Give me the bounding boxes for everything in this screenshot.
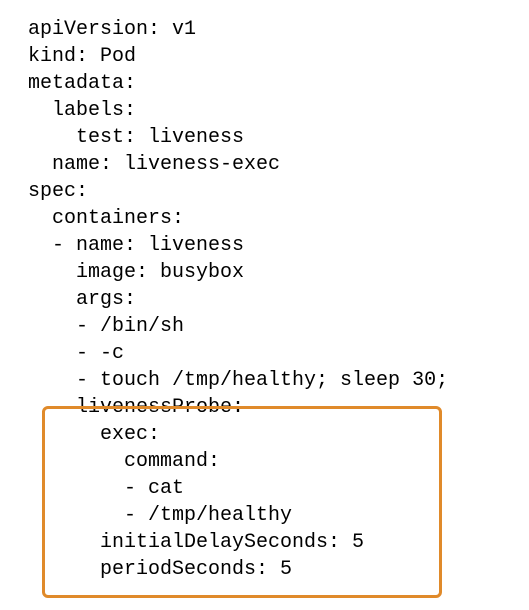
code-line: livenessProbe: <box>28 396 244 419</box>
code-line: image: busybox <box>28 261 244 284</box>
code-line: spec: <box>28 180 88 203</box>
code-line: apiVersion: v1 <box>28 18 196 41</box>
code-line: periodSeconds: 5 <box>28 558 292 581</box>
code-line: - -c <box>28 342 124 365</box>
code-line: command: <box>28 450 220 473</box>
code-line: - /tmp/healthy <box>28 504 292 527</box>
code-line: containers: <box>28 207 184 230</box>
code-line: - /bin/sh <box>28 315 184 338</box>
code-line: kind: Pod <box>28 45 136 68</box>
code-line: args: <box>28 288 136 311</box>
code-line: name: liveness-exec <box>28 153 280 176</box>
code-line: initialDelaySeconds: 5 <box>28 531 364 554</box>
code-line: metadata: <box>28 72 136 95</box>
code-line: test: liveness <box>28 126 244 149</box>
code-line: - cat <box>28 477 184 500</box>
code-line: - touch /tmp/healthy; sleep 30; <box>28 369 448 392</box>
code-line: exec: <box>28 423 160 446</box>
code-line: - name: liveness <box>28 234 244 257</box>
code-block: apiVersion: v1 kind: Pod metadata: label… <box>28 16 529 583</box>
code-line: labels: <box>28 99 136 122</box>
